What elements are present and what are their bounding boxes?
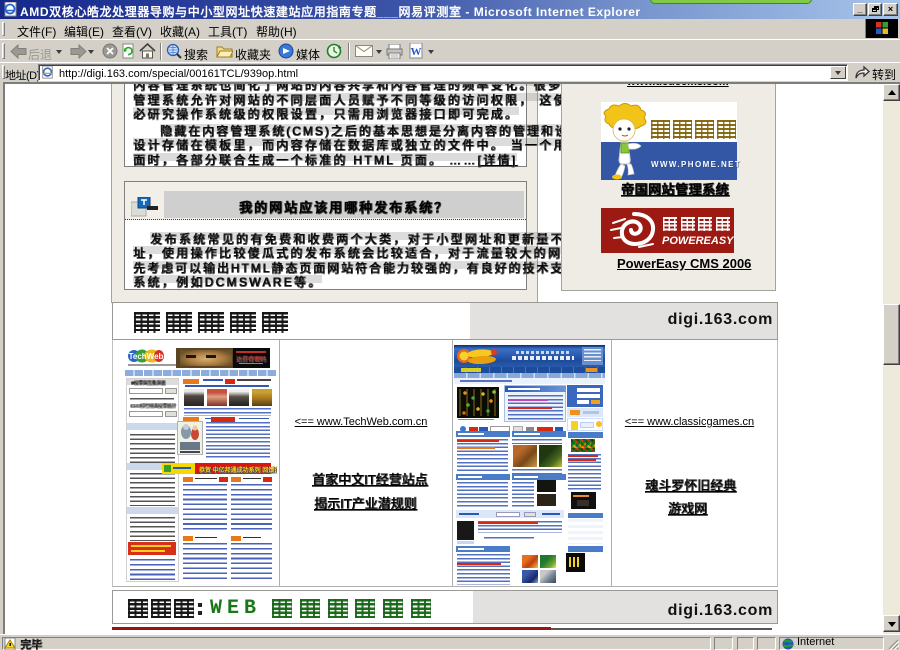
svg-text:W: W xyxy=(411,46,422,58)
svg-text:TechWeb: TechWeb xyxy=(129,352,164,361)
